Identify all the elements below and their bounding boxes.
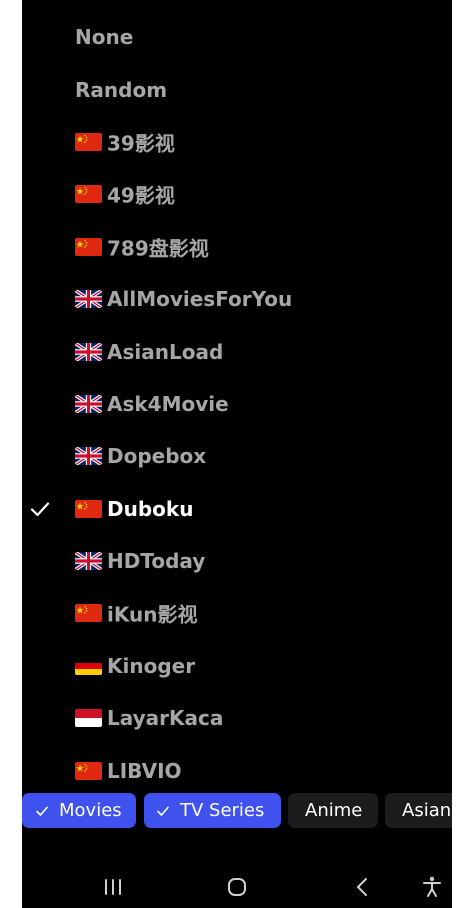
cn-flag-icon: [75, 604, 102, 623]
accessibility-icon[interactable]: [419, 874, 445, 900]
filter-chip-label: TV Series: [180, 800, 265, 821]
provider-item-random[interactable]: Random: [22, 63, 452, 115]
provider-item-ask4movie[interactable]: Ask4Movie: [22, 378, 452, 430]
app-screen: None Random 39影视 49影视 789盘影视 AllMoviesFo…: [22, 0, 452, 908]
filter-chip-tv-series[interactable]: TV Series: [144, 793, 281, 828]
id-flag-icon: [75, 709, 102, 728]
provider-label: 39影视: [107, 131, 175, 156]
provider-label: LIBVIO: [107, 758, 182, 783]
uk-flag-icon: [75, 394, 102, 413]
checkmark-icon: [28, 497, 52, 521]
cn-flag-icon: [75, 185, 102, 204]
back-icon[interactable]: [350, 874, 376, 900]
provider-item-789[interactable]: 789盘影视: [22, 221, 452, 273]
provider-label: 789盘影视: [107, 236, 209, 261]
provider-item-hdtoday[interactable]: HDToday: [22, 535, 452, 587]
provider-label: AsianLoad: [107, 339, 224, 364]
provider-label: Kinoger: [107, 653, 196, 678]
uk-flag-icon: [75, 447, 102, 466]
provider-label: Ask4Movie: [107, 391, 229, 416]
provider-item-libvio[interactable]: LIBVIO: [22, 744, 452, 796]
home-icon[interactable]: [224, 874, 250, 900]
provider-label: 49影视: [107, 183, 175, 208]
filter-chip-label: Asian: [402, 800, 452, 821]
checkmark-icon: [156, 804, 170, 818]
provider-label: AllMoviesForYou: [107, 287, 293, 312]
uk-flag-icon: [75, 552, 102, 571]
provider-item-39[interactable]: 39影视: [22, 116, 452, 168]
filter-chip-movies[interactable]: Movies: [22, 793, 136, 828]
checkmark-icon: [35, 804, 49, 818]
cn-flag-icon: [75, 761, 102, 780]
provider-label: HDToday: [107, 549, 206, 574]
provider-label: Dopebox: [107, 444, 207, 469]
system-nav-bar: [22, 862, 452, 908]
provider-label: Random: [75, 77, 168, 102]
cn-flag-icon: [75, 499, 102, 518]
uk-flag-icon: [75, 342, 102, 361]
de-flag-icon: [75, 656, 102, 675]
filter-chip-asian[interactable]: Asian: [385, 793, 452, 828]
provider-label: None: [75, 25, 134, 50]
provider-item-kinoger[interactable]: Kinoger: [22, 640, 452, 692]
provider-item-49[interactable]: 49影视: [22, 168, 452, 220]
provider-label: Duboku: [107, 496, 194, 521]
provider-item-layarkaca[interactable]: LayarKaca: [22, 692, 452, 744]
provider-item-dopebox[interactable]: Dopebox: [22, 430, 452, 482]
filter-chip-bar: Movies TV Series Anime Asian: [22, 793, 452, 829]
provider-item-duboku[interactable]: Duboku: [22, 483, 452, 535]
cn-flag-icon: [75, 132, 102, 151]
provider-item-asianload[interactable]: AsianLoad: [22, 325, 452, 377]
uk-flag-icon: [75, 290, 102, 309]
provider-item-ikun[interactable]: iKun影视: [22, 587, 452, 639]
filter-chip-label: Movies: [59, 800, 122, 821]
cn-flag-icon: [75, 237, 102, 256]
provider-item-none[interactable]: None: [22, 11, 452, 63]
provider-label: iKun影视: [107, 602, 198, 627]
provider-item-allmoviesforyou[interactable]: AllMoviesForYou: [22, 273, 452, 325]
filter-chip-anime[interactable]: Anime: [288, 793, 378, 828]
filter-chip-label: Anime: [305, 800, 363, 821]
provider-list: None Random 39影视 49影视 789盘影视 AllMoviesFo…: [22, 11, 452, 797]
recents-icon[interactable]: [100, 874, 126, 900]
provider-label: LayarKaca: [107, 706, 224, 731]
